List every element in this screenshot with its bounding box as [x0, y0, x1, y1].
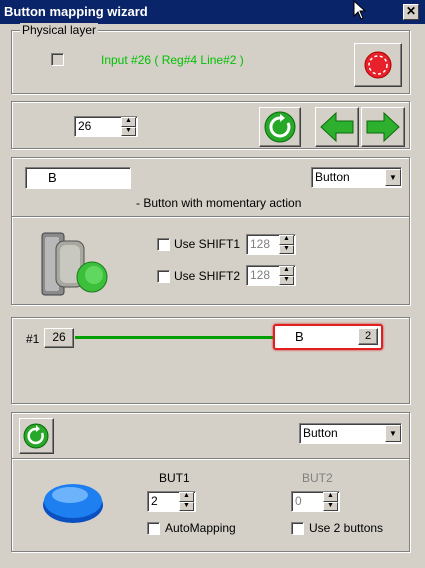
pushbutton-image [41, 232, 108, 296]
arrow-right-icon [366, 111, 400, 143]
but2-spinner-buttons[interactable]: ▲ ▼ [323, 492, 338, 511]
use-2-buttons-checkbox[interactable] [291, 522, 304, 535]
config-type-value: Button [315, 170, 350, 184]
spin-up-icon[interactable]: ▲ [279, 235, 294, 245]
refresh-icon [23, 423, 49, 449]
spin-up-icon[interactable]: ▲ [323, 492, 338, 502]
physical-layer-label: Physical layer [20, 23, 99, 37]
use-shift1-checkbox[interactable] [157, 238, 170, 251]
spin-down-icon[interactable]: ▼ [121, 126, 136, 136]
but1-spinner-buttons[interactable]: ▲ ▼ [179, 492, 194, 511]
refresh-button[interactable] [259, 107, 301, 147]
target-button-box[interactable]: B 2 [273, 324, 383, 350]
mapping-line [75, 336, 275, 339]
automapping-checkbox[interactable] [147, 522, 160, 535]
spin-down-icon[interactable]: ▼ [279, 244, 294, 254]
input-number-spinner[interactable]: 26 ▲ ▼ [74, 116, 138, 137]
target-name: B [295, 329, 304, 344]
output-separator [12, 458, 409, 460]
target-index: 2 [358, 328, 378, 345]
but1-spinner[interactable]: 2 ▲ ▼ [147, 491, 196, 512]
shift2-spinner-buttons[interactable]: ▲ ▼ [279, 266, 294, 285]
output-type-value: Button [303, 426, 338, 440]
use-shift2-checkbox[interactable] [157, 270, 170, 283]
spin-up-icon[interactable]: ▲ [179, 492, 194, 502]
output-refresh-button[interactable] [19, 418, 54, 454]
chevron-down-icon[interactable]: ▼ [385, 169, 401, 186]
next-button[interactable] [361, 107, 405, 147]
input-state-indicator [51, 53, 64, 66]
button-image [43, 484, 103, 523]
shift1-spinner[interactable]: 128 ▲ ▼ [246, 234, 296, 255]
refresh-icon [264, 111, 296, 143]
button-description: - Button with momentary action [136, 196, 302, 210]
close-button[interactable]: ✕ [403, 4, 419, 20]
arrow-left-icon [320, 111, 354, 143]
spin-up-icon[interactable]: ▲ [279, 266, 294, 276]
spin-down-icon[interactable]: ▼ [179, 501, 194, 511]
but2-spinner[interactable]: 0 ▲ ▼ [291, 491, 340, 512]
source-index-label: #1 [26, 332, 40, 346]
use-shift1-label: Use SHIFT1 [174, 237, 241, 251]
config-separator [12, 216, 409, 218]
config-type-select[interactable]: Button ▼ [311, 167, 402, 188]
input-info-text: Input #26 ( Reg#4 Line#2 ) [101, 53, 244, 67]
window-title: Button mapping wizard [4, 4, 148, 19]
shift1-value: 128 [250, 237, 271, 251]
spinner-buttons[interactable]: ▲ ▼ [121, 117, 136, 136]
shift2-spinner[interactable]: 128 ▲ ▼ [246, 265, 296, 286]
but1-label: BUT1 [159, 471, 190, 485]
shift1-spinner-buttons[interactable]: ▲ ▼ [279, 235, 294, 254]
stop-button[interactable] [354, 43, 402, 87]
spin-down-icon[interactable]: ▼ [279, 275, 294, 285]
but1-value: 2 [151, 494, 158, 508]
spin-up-icon[interactable]: ▲ [121, 117, 136, 127]
chevron-down-icon[interactable]: ▼ [385, 425, 401, 442]
but2-label: BUT2 [302, 471, 333, 485]
automapping-label: AutoMapping [165, 521, 236, 535]
input-number-value: 26 [78, 119, 92, 133]
output-type-select[interactable]: Button ▼ [299, 423, 402, 444]
use-shift2-label: Use SHIFT2 [174, 269, 241, 283]
source-input-button[interactable]: 26 [44, 328, 74, 348]
previous-button[interactable] [315, 107, 359, 147]
stop-icon [364, 51, 392, 79]
mouse-cursor-icon [353, 0, 367, 20]
spin-down-icon[interactable]: ▼ [323, 501, 338, 511]
shift2-value: 128 [250, 268, 271, 282]
use-2-buttons-label: Use 2 buttons [309, 521, 384, 535]
but2-value: 0 [295, 494, 302, 508]
button-name-field[interactable]: B [25, 167, 131, 189]
